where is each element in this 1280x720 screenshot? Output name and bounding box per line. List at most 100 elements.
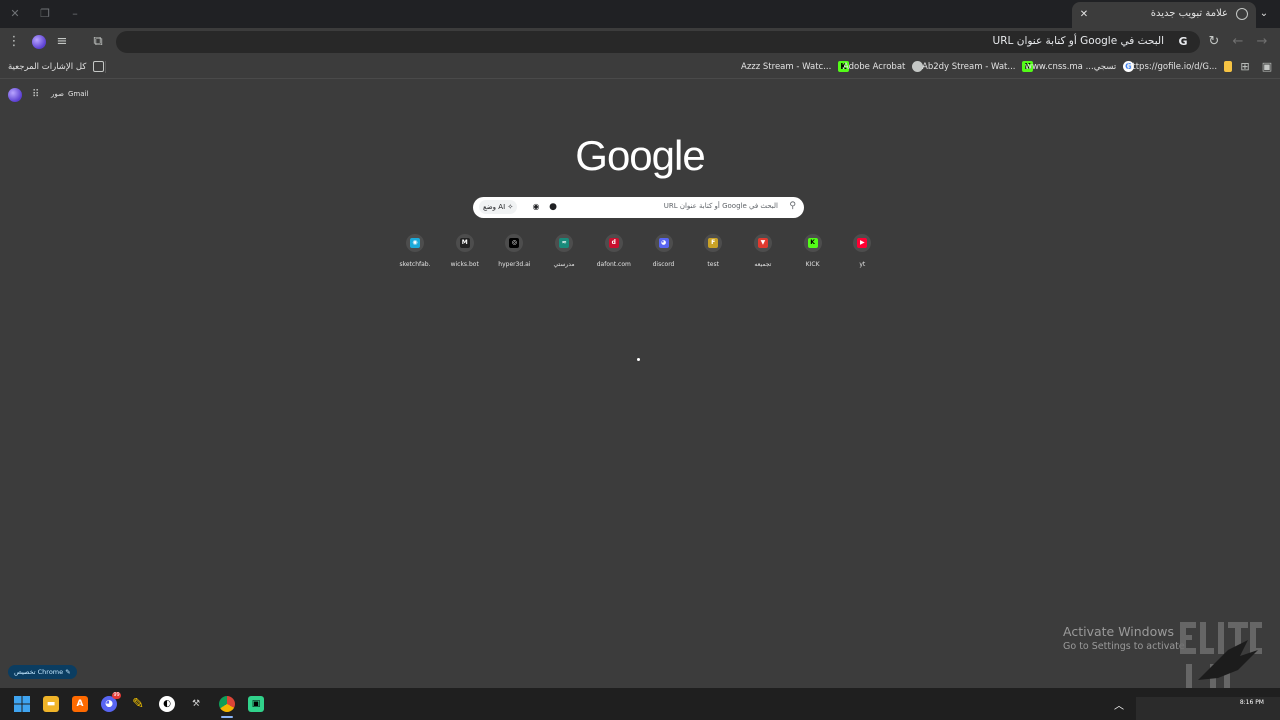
shortcut-label: discord: [652, 261, 675, 268]
all-bookmarks-label: كل الإشارات المرجعية: [8, 62, 87, 72]
reload-icon[interactable]: ↻: [1206, 34, 1222, 50]
bookmark-ab2dy-stream[interactable]: Ab2dy Stream - Wat... K: [922, 60, 1034, 74]
app-a-icon[interactable]: A: [72, 696, 88, 712]
shortcut-label: مدرستي: [553, 261, 575, 268]
side-panel-icon[interactable]: ▣: [1259, 59, 1275, 75]
ai-mode-button[interactable]: وضع AI ✧: [479, 200, 518, 214]
clock[interactable]: 8:16 PM: [1240, 699, 1264, 706]
system-tray: 8:16 PM: [1136, 697, 1280, 720]
ai-mode-label: وضع AI: [483, 203, 506, 211]
close-window-button[interactable]: ✕: [6, 5, 24, 23]
mic-icon[interactable]: ●: [549, 201, 557, 213]
pen-app-icon[interactable]: ✎: [130, 696, 146, 712]
tab-groups-icon[interactable]: ⊞: [1237, 59, 1253, 75]
back-icon[interactable]: ←: [1230, 34, 1246, 50]
restore-window-button[interactable]: ❐: [36, 5, 54, 23]
windows-logo: [14, 696, 30, 712]
search-box[interactable]: وضع AI ✧ ◉ ● البحث في Google أو كتابة عن…: [473, 197, 804, 218]
watermark-subtitle: Go to Settings to activate: [1063, 641, 1185, 652]
tray-chevron-icon[interactable]: ︿: [1114, 697, 1124, 712]
shortcut-tile[interactable]: K KICK: [788, 234, 838, 274]
bookmark-label: www.cnss.ma ...تسجي: [1025, 62, 1117, 72]
bookmarks-bar: كل الإشارات المرجعية Azzz Stream - Watc.…: [0, 56, 1280, 79]
shortcut-label: test: [707, 261, 719, 268]
shortcut-favicon-icon: ▶: [857, 238, 868, 248]
omnibox[interactable]: G البحث في Google أو كتابة عنوان URL: [116, 31, 1200, 53]
shortcut-tile[interactable]: ≈ مدرستي: [539, 234, 589, 274]
tool-icon[interactable]: ⚒: [188, 696, 204, 712]
customize-label: تخصيص Chrome: [14, 668, 64, 676]
shortcut-tile[interactable]: ◉ sketchfab.: [390, 234, 440, 274]
shortcut-favicon-icon: ≈: [559, 238, 570, 248]
menu-icon[interactable]: ⋮: [6, 34, 22, 50]
shortcut-tile[interactable]: ◎ hyper3d.ai: [489, 234, 539, 274]
shortcut-icon-bg: d: [604, 234, 623, 252]
search-placeholder: البحث في Google أو كتابة عنوان URL: [663, 202, 778, 210]
shortcut-icon-bg: ▶: [853, 234, 872, 252]
pencil-icon: ✎: [65, 668, 71, 676]
reading-list-icon[interactable]: ≡: [54, 34, 70, 50]
shortcut-tile[interactable]: ◕ discord: [639, 234, 689, 274]
shortcut-label: تجميعه: [754, 261, 772, 268]
shortcut-label: hyper3d.ai: [498, 261, 531, 268]
shortcut-tile[interactable]: Ftest: [688, 234, 738, 274]
active-indicator: [221, 716, 233, 718]
shortcut-icon-bg: K: [803, 234, 822, 252]
shortcut-favicon-icon: ◎: [509, 238, 520, 248]
close-tab-icon[interactable]: ✕: [1076, 7, 1092, 23]
bookmark-label: Ab2dy Stream - Wat...: [922, 62, 1016, 72]
gmail-link[interactable]: Gmail: [68, 90, 88, 98]
tab-title: علامة تبويب جديدة: [1150, 8, 1228, 19]
bookmark-label: Azzz Stream - Watc...: [741, 62, 832, 72]
shortcut-favicon-icon: d: [608, 238, 619, 248]
shortcut-icon-bg: ◉: [406, 234, 424, 252]
google-icon: G: [1178, 35, 1188, 48]
account-avatar[interactable]: [8, 88, 22, 102]
tab-strip: ✕ ❐ – + علامة تبويب جديدة ✕ ⌄: [0, 0, 1280, 28]
shortcut-tile[interactable]: ▼ تجميعه: [738, 234, 788, 274]
shortcut-icon-bg: ▼: [753, 234, 772, 252]
forward-icon[interactable]: →: [1254, 34, 1270, 50]
minimize-window-button[interactable]: –: [66, 5, 84, 23]
bookmark-cnss[interactable]: www.cnss.ma ...تسجي G: [1025, 60, 1134, 74]
images-link[interactable]: صور: [51, 90, 64, 98]
shortcut-label: sketchfab.: [399, 261, 431, 268]
tab-search-icon[interactable]: ⌄: [1256, 6, 1272, 22]
google-logo: Google: [575, 132, 705, 179]
folder-icon: [93, 61, 105, 72]
loading-dot: [637, 358, 640, 361]
shortcut-tile[interactable]: d dafont.com: [589, 234, 639, 274]
shortcut-favicon-icon: ◉: [410, 238, 420, 248]
shortcut-label: KICK: [805, 261, 820, 268]
bookmark-adobe-acrobat[interactable]: Adobe Acrobat: [843, 60, 924, 74]
chat-app-icon[interactable]: ▣: [248, 696, 264, 712]
divider: [105, 61, 106, 73]
bookmark-gofile[interactable]: https://gofile.io/d/G...: [1127, 60, 1232, 74]
github-icon[interactable]: ◐: [159, 696, 175, 712]
shortcut-icon-bg: ≈: [555, 234, 574, 252]
shortcut-icon-bg: ◕: [654, 234, 673, 252]
lens-icon[interactable]: ◉: [531, 201, 541, 213]
discord-badge: 99: [112, 692, 121, 699]
sparkle-icon: ✧: [507, 203, 514, 211]
shortcut-tile[interactable]: Mwicks.bot: [440, 234, 490, 274]
extensions-icon[interactable]: ⧉: [90, 34, 106, 50]
tab-new-tab[interactable]: علامة تبويب جديدة ✕: [1072, 2, 1256, 28]
taskbar: ▬ A ◕ 99 ✎ ◐ ⚒ ▣ ︿ 8:16 PM: [0, 688, 1280, 720]
toolbar: ⋮ ≡ ⧉ G البحث في Google أو كتابة عنوان U…: [0, 28, 1280, 56]
chrome-icon[interactable]: [219, 696, 235, 712]
profile-avatar[interactable]: [32, 35, 46, 49]
google-apps-icon[interactable]: ⠿: [32, 89, 44, 101]
search-icon: ⚲: [789, 201, 796, 211]
shortcut-tile[interactable]: ▶ yt: [837, 234, 887, 274]
customize-chrome-button[interactable]: تخصيص Chrome ✎: [8, 665, 77, 679]
shortcut-favicon-icon: M: [459, 238, 470, 248]
file-explorer-icon[interactable]: ▬: [43, 696, 59, 712]
shortcut-favicon-icon: F: [708, 238, 719, 248]
bookmark-label: Adobe Acrobat: [843, 62, 906, 72]
omnibox-text: البحث في Google أو كتابة عنوان URL: [992, 35, 1164, 47]
shortcut-label: wicks.bot: [450, 261, 479, 268]
all-bookmarks-button[interactable]: كل الإشارات المرجعية: [8, 60, 105, 74]
bookmark-azzz-stream[interactable]: Azzz Stream - Watc... K: [741, 60, 850, 74]
windows-start-icon[interactable]: [14, 696, 30, 712]
